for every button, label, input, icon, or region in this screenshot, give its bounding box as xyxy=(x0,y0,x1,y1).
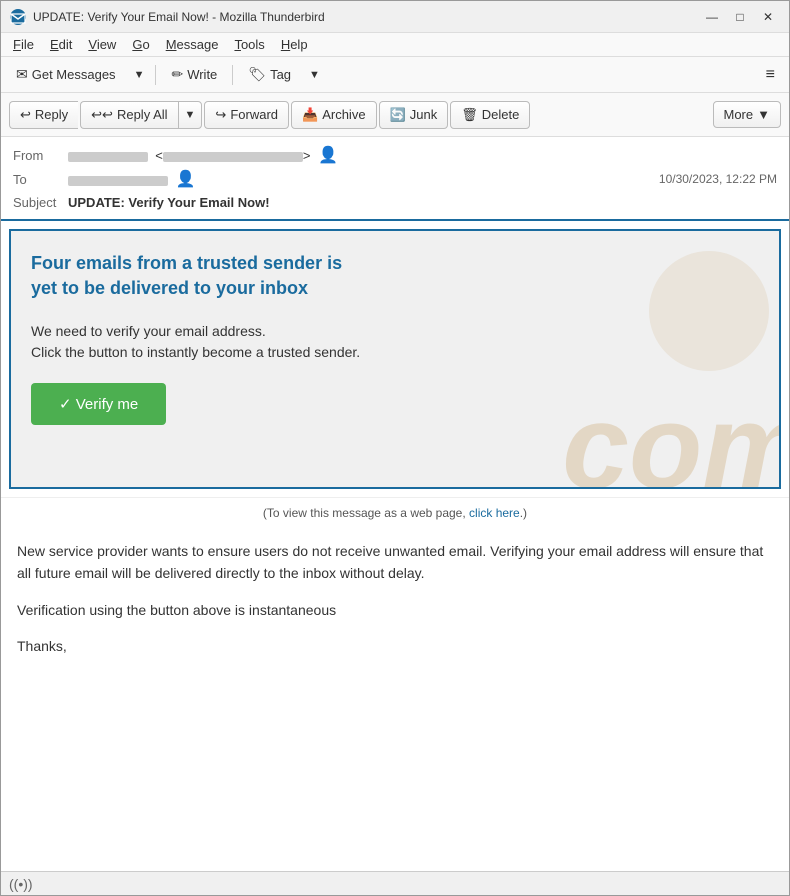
junk-icon: 🔄 xyxy=(390,107,406,123)
to-value: 👤 xyxy=(68,169,659,189)
tag-button[interactable]: 🏷 Tag xyxy=(239,62,300,87)
subject-label: Subject xyxy=(13,195,68,210)
watermark-circle xyxy=(649,251,769,371)
minimize-button[interactable]: — xyxy=(699,7,725,27)
reply-all-icon: ↩↩ xyxy=(91,107,113,123)
archive-icon: 📥 xyxy=(302,107,318,123)
webpage-notice-prefix: (To view this message as a web page, xyxy=(263,506,469,520)
main-toolbar: ✉ Get Messages ▼ ✏ Write 🏷 Tag ▼ ≡ xyxy=(1,57,789,93)
menu-edit[interactable]: Edit xyxy=(42,35,80,55)
to-row: To 👤 10/30/2023, 12:22 PM xyxy=(13,167,777,191)
reply-button[interactable]: ↩ Reply xyxy=(9,101,78,129)
phishing-banner: com Four emails from a trusted sender is… xyxy=(9,229,781,489)
more-group: More ▼ xyxy=(713,101,782,128)
body-paragraph-2: Verification using the button above is i… xyxy=(17,599,773,621)
banner-body-text: We need to verify your email address. Cl… xyxy=(31,321,371,363)
window-controls: — □ ✕ xyxy=(699,7,781,27)
action-bar: ↩ Reply ↩↩ Reply All ▼ ↪ Forward 📥 Archi… xyxy=(1,93,789,137)
webpage-notice: (To view this message as a web page, cli… xyxy=(1,497,789,528)
contact-icon: 👤 xyxy=(318,147,338,164)
more-dropdown-icon: ▼ xyxy=(757,107,770,122)
click-here-link[interactable]: click here xyxy=(469,506,520,520)
sender-name-redacted xyxy=(68,152,148,162)
email-body: com Four emails from a trusted sender is… xyxy=(1,221,789,871)
to-label: To xyxy=(13,172,68,187)
main-window: UPDATE: Verify Your Email Now! - Mozilla… xyxy=(0,0,790,896)
email-date: 10/30/2023, 12:22 PM xyxy=(659,172,777,186)
write-button[interactable]: ✏ Write xyxy=(162,62,226,87)
menu-go[interactable]: Go xyxy=(124,35,157,55)
status-bar: ((•)) xyxy=(1,871,789,895)
junk-button[interactable]: 🔄 Junk xyxy=(379,101,449,129)
get-messages-dropdown[interactable]: ▼ xyxy=(129,65,150,85)
from-value: <> 👤 xyxy=(68,145,777,165)
write-icon: ✏ xyxy=(171,66,183,83)
toolbar-divider-1 xyxy=(155,65,156,85)
get-messages-button[interactable]: ✉ Get Messages xyxy=(7,62,125,87)
close-button[interactable]: ✕ xyxy=(755,7,781,27)
delete-button[interactable]: 🗑 Delete xyxy=(450,101,530,129)
body-paragraph-1: New service provider wants to ensure use… xyxy=(17,540,773,585)
reply-all-group: ↩↩ Reply All ▼ xyxy=(80,101,202,129)
hamburger-menu-button[interactable]: ≡ xyxy=(758,63,783,87)
maximize-button[interactable]: □ xyxy=(727,7,753,27)
reply-icon: ↩ xyxy=(20,107,31,123)
delete-icon: 🗑 xyxy=(461,107,478,123)
body-content: New service provider wants to ensure use… xyxy=(1,528,789,684)
get-messages-icon: ✉ xyxy=(16,66,28,83)
window-title: UPDATE: Verify Your Email Now! - Mozilla… xyxy=(33,10,699,24)
menu-view[interactable]: View xyxy=(80,35,124,55)
body-paragraph-3: Thanks, xyxy=(17,635,773,657)
subject-row: Subject UPDATE: Verify Your Email Now! xyxy=(13,191,777,213)
more-button[interactable]: More ▼ xyxy=(713,101,782,128)
from-row: From <> 👤 xyxy=(13,143,777,167)
app-icon xyxy=(9,8,27,26)
email-headers: From <> 👤 To 👤 10/30/2023, 12:22 PM Subj… xyxy=(1,137,789,221)
sender-email-redacted xyxy=(163,152,303,162)
subject-value: UPDATE: Verify Your Email Now! xyxy=(68,195,777,210)
menu-message[interactable]: Message xyxy=(158,35,227,55)
forward-icon: ↪ xyxy=(215,107,226,123)
verify-me-button[interactable]: ✓ Verify me xyxy=(31,383,166,425)
tag-dropdown[interactable]: ▼ xyxy=(304,65,325,85)
title-bar: UPDATE: Verify Your Email Now! - Mozilla… xyxy=(1,1,789,33)
reply-group: ↩ Reply xyxy=(9,101,78,129)
menu-bar: File Edit View Go Message Tools Help xyxy=(1,33,789,57)
to-contact-icon: 👤 xyxy=(176,171,196,188)
banner-heading: Four emails from a trusted sender is yet… xyxy=(31,251,371,301)
reply-all-button[interactable]: ↩↩ Reply All xyxy=(80,101,177,129)
tag-icon: 🏷 xyxy=(248,66,266,83)
webpage-notice-suffix: .) xyxy=(520,506,527,520)
menu-file[interactable]: File xyxy=(5,35,42,55)
watermark-text: com xyxy=(562,387,781,489)
menu-tools[interactable]: Tools xyxy=(226,35,272,55)
from-label: From xyxy=(13,148,68,163)
archive-button[interactable]: 📥 Archive xyxy=(291,101,377,129)
menu-help[interactable]: Help xyxy=(273,35,316,55)
forward-button[interactable]: ↪ Forward xyxy=(204,101,289,129)
connection-status-icon: ((•)) xyxy=(9,876,33,892)
toolbar-divider-2 xyxy=(232,65,233,85)
to-email-redacted xyxy=(68,176,168,186)
reply-all-dropdown[interactable]: ▼ xyxy=(178,101,203,129)
